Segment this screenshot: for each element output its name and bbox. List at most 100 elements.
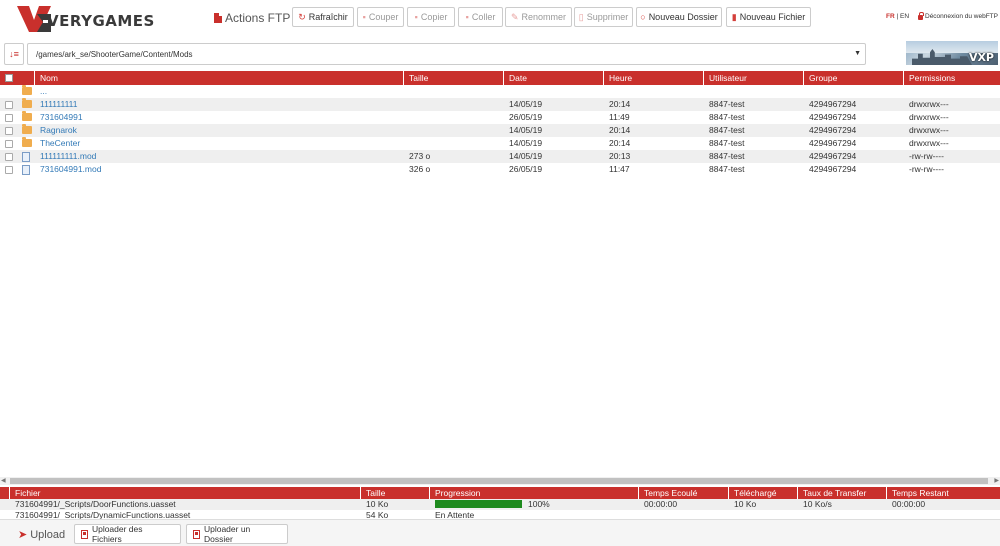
- document-icon: [22, 165, 30, 175]
- file-date: 14/05/19: [509, 125, 543, 135]
- sort-icon: ↓≡: [9, 49, 19, 59]
- logout-link[interactable]: Déconnexion du webFTP: [918, 12, 998, 20]
- upload-files-button[interactable]: Uploader des Fichiers: [74, 524, 181, 544]
- copy-icon: ▪: [414, 11, 418, 22]
- table-row[interactable]: TheCenter 14/05/19 20:14 8847-test 42949…: [0, 137, 1000, 150]
- file-time: 20:14: [609, 138, 631, 148]
- file-group: 4294967294: [809, 112, 857, 122]
- queue-row: 731604991/_Scripts/DoorFunctions.uasset …: [0, 499, 1000, 510]
- upload-folder-button[interactable]: Uploader un Dossier: [186, 524, 288, 544]
- file-permissions: drwxrwx---: [909, 112, 949, 122]
- scrollbar-thumb[interactable]: [10, 478, 988, 484]
- file-name[interactable]: Ragnarok: [40, 124, 77, 137]
- file-group: 4294967294: [809, 164, 857, 174]
- queue-file: 731604991/_Scripts/DynamicFunctions.uass…: [15, 510, 191, 519]
- col-group[interactable]: Groupe: [803, 71, 903, 85]
- lang-fr-link[interactable]: FR: [886, 13, 895, 20]
- logo-mark-icon: [17, 6, 51, 32]
- queue-progress-text: En Attente: [435, 510, 475, 519]
- table-row[interactable]: 731604991 26/05/19 11:49 8847-test 42949…: [0, 111, 1000, 124]
- row-checkbox[interactable]: [5, 153, 13, 161]
- file-name[interactable]: TheCenter: [40, 137, 80, 150]
- file-time: 20:14: [609, 125, 631, 135]
- file-user: 8847-test: [709, 164, 745, 174]
- folder-icon: [22, 85, 32, 95]
- new-file-button[interactable]: ▮ Nouveau Fichier: [726, 7, 811, 27]
- file-permissions: -rw-rw----: [909, 151, 944, 161]
- file-name[interactable]: 111111111.mod: [40, 150, 96, 163]
- file-user: 8847-test: [709, 138, 745, 148]
- upload-title: ➤ Upload: [18, 528, 65, 542]
- table-row[interactable]: Ragnarok 14/05/19 20:14 8847-test 429496…: [0, 124, 1000, 137]
- col-user[interactable]: Utilisateur: [703, 71, 803, 85]
- rename-button[interactable]: ✎ Renommer: [505, 7, 572, 27]
- file-group: 4294967294: [809, 151, 857, 161]
- row-checkbox[interactable]: [5, 101, 13, 109]
- upload-files-label: Uploader des Fichiers: [91, 524, 143, 544]
- table-row[interactable]: 731604991.mod 326 o 26/05/19 11:47 8847-…: [0, 163, 1000, 176]
- col-size: Taille: [360, 487, 429, 499]
- file-permissions: drwxrwx---: [909, 125, 949, 135]
- pencil-icon: ✎: [510, 11, 519, 22]
- upload-queue-header: Fichier Taille Progression Temps Ecoulé …: [0, 487, 1000, 499]
- cut-button[interactable]: ▪ Couper: [357, 7, 404, 27]
- scroll-left-icon[interactable]: ◀: [1, 478, 6, 484]
- lang-en-link[interactable]: EN: [900, 13, 909, 20]
- file-time: 11:47: [609, 164, 630, 174]
- refresh-label: Rafraîchir: [308, 12, 348, 22]
- sort-button[interactable]: ↓≡: [4, 43, 24, 65]
- col-downloaded: Téléchargé: [728, 487, 797, 499]
- parent-directory-row[interactable]: ...: [0, 85, 1000, 98]
- progress-bar: [435, 500, 522, 508]
- trash-icon: ▯: [578, 11, 584, 22]
- folder-icon: [22, 124, 32, 134]
- col-permissions[interactable]: Permissions: [903, 71, 1000, 85]
- delete-label: Supprimer: [586, 12, 629, 22]
- col-progress: Progression: [429, 487, 638, 499]
- file-name[interactable]: 111111111: [40, 98, 78, 111]
- folder-icon: [22, 137, 32, 147]
- queue-row: 731604991/_Scripts/DynamicFunctions.uass…: [0, 510, 1000, 519]
- horizontal-scrollbar[interactable]: ◀ ▶: [0, 477, 1000, 485]
- table-row[interactable]: 111111111.mod 273 o 14/05/19 20:13 8847-…: [0, 150, 1000, 163]
- file-name[interactable]: 731604991.mod: [40, 163, 101, 176]
- upload-icon: [193, 529, 200, 539]
- document-icon: [22, 152, 30, 162]
- file-name[interactable]: 731604991: [40, 111, 83, 124]
- paste-button[interactable]: ▪ Coller: [458, 7, 503, 27]
- scroll-right-icon[interactable]: ▶: [994, 478, 999, 484]
- path-select[interactable]: /games/ark_se/ShooterGame/Content/Mods ▼: [27, 43, 866, 65]
- refresh-button[interactable]: ↻ Rafraîchir: [292, 7, 354, 27]
- rename-label: Renommer: [521, 12, 567, 22]
- col-time[interactable]: Heure: [603, 71, 703, 85]
- row-checkbox[interactable]: [5, 140, 13, 148]
- delete-button[interactable]: ▯ Supprimer: [574, 7, 633, 27]
- copy-label: Copier: [420, 12, 448, 22]
- select-all-checkbox[interactable]: [5, 74, 13, 82]
- queue-downloaded: 10 Ko: [734, 499, 757, 509]
- queue-size: 10 Ko: [366, 499, 389, 509]
- verygames-logo[interactable]: VERYGAMES: [17, 6, 167, 32]
- col-date[interactable]: Date: [503, 71, 603, 85]
- file-time: 20:13: [609, 151, 631, 161]
- parent-directory-label[interactable]: ...: [40, 85, 47, 98]
- file-time: 20:14: [609, 99, 631, 109]
- row-checkbox[interactable]: [5, 127, 13, 135]
- file-permissions: -rw-rw----: [909, 164, 944, 174]
- new-folder-button[interactable]: ○ Nouveau Dossier: [636, 7, 722, 27]
- file-user: 8847-test: [709, 151, 745, 161]
- logout-label: Déconnexion du webFTP: [925, 13, 998, 20]
- row-checkbox[interactable]: [5, 166, 13, 174]
- col-size[interactable]: Taille: [403, 71, 503, 85]
- file-time: 11:49: [609, 112, 630, 122]
- file-table-header: Nom Taille Date Heure Utilisateur Groupe…: [0, 71, 1000, 85]
- file-size: 326 o: [409, 164, 431, 174]
- new-file-label: Nouveau Fichier: [739, 12, 806, 22]
- app-header: VERYGAMES Actions FTP ↻ Rafraîchir ▪ Cou…: [0, 0, 1000, 36]
- path-value: /games/ark_se/ShooterGame/Content/Mods: [36, 49, 193, 59]
- row-checkbox[interactable]: [5, 114, 13, 122]
- copy-button[interactable]: ▪ Copier: [407, 7, 455, 27]
- lang-separator: |: [896, 13, 899, 20]
- col-name[interactable]: Nom: [34, 71, 403, 85]
- table-row[interactable]: 111111111 14/05/19 20:14 8847-test 42949…: [0, 98, 1000, 111]
